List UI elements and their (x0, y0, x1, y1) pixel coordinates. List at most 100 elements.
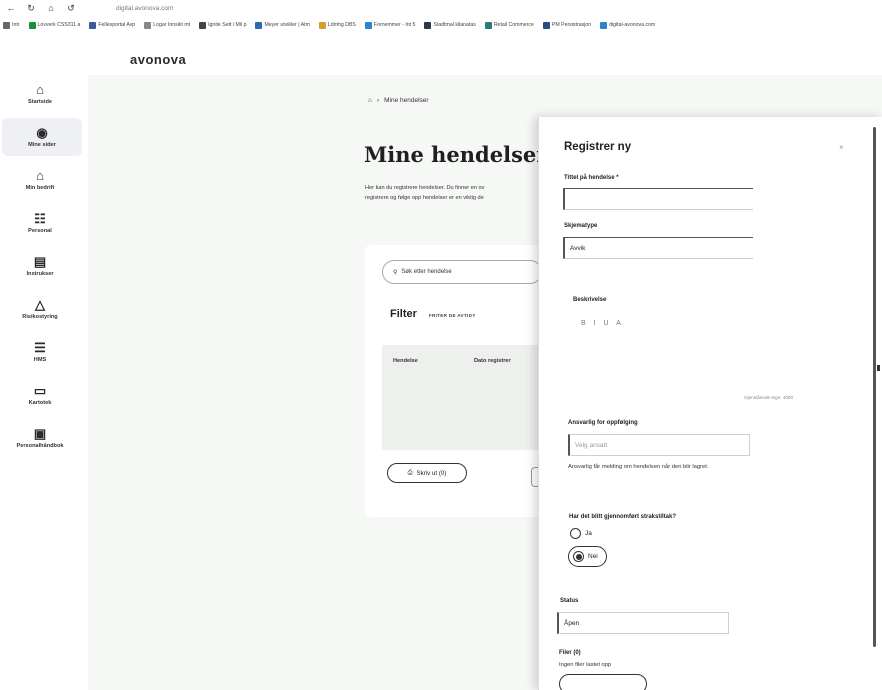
sidebar-item-hms[interactable]: ☰ HMS (0, 333, 80, 371)
status-label: Status (560, 598, 579, 604)
bookmark-icon (3, 21, 10, 29)
bookmark-label: Retail Commerce (493, 22, 534, 28)
question-label: Har det blitt gjennomført strakstiltak? (569, 514, 677, 520)
company-icon: ⌂ (36, 168, 44, 183)
breadcrumb-separator: › (376, 97, 380, 104)
page-intro: Her kan du registrere hendelser. Du finn… (365, 183, 550, 203)
breadcrumb-current: Mine hendelser (384, 97, 429, 104)
bookmark-item[interactable]: digital-avonova.com (600, 21, 656, 29)
refresh-icon[interactable]: ↺ (66, 3, 76, 14)
status-select[interactable]: Åpen (557, 612, 729, 634)
responsible-help: Ansvarlig får melding om hendelsen når d… (568, 464, 709, 470)
title-field-label: Tittel på hendelse * (564, 175, 619, 181)
sidebar-item-label: Kartotek (28, 400, 52, 406)
register-panel: Registrer ny × Tittel på hendelse * Skje… (538, 117, 882, 690)
bookmark-icon (89, 21, 97, 29)
print-label: Skriv ut (0) (416, 469, 447, 477)
print-button[interactable]: ⎙ Skriv ut (0) (387, 463, 467, 483)
close-icon[interactable]: × (839, 143, 844, 152)
column-header-event[interactable]: Hendelse (393, 358, 418, 364)
sidebar-item-label: Instrukser (26, 271, 54, 277)
user-icon: ◉ (36, 125, 48, 140)
sidebar-item-personalh-ndbok[interactable]: ▣ Personalhåndbok (0, 419, 80, 457)
page-title: Mine hendelser (364, 142, 548, 167)
reload-icon[interactable]: ↻ (26, 3, 36, 14)
bookmark-icon (28, 21, 36, 29)
sidebar-item-min-bedrift[interactable]: ⌂ Min bedrift (0, 161, 80, 199)
radio-yes-indicator (570, 528, 581, 539)
home-icon[interactable]: ⌂ (46, 3, 56, 13)
editor-toolbar[interactable]: B I U A (581, 320, 624, 327)
bookmark-label: Stadtmal kilanatas (433, 22, 476, 28)
sidebar-item-instrukser[interactable]: ▤ Instrukser (0, 247, 80, 285)
bookmark-label: Ignite Sett i Mil p (208, 22, 247, 28)
sidebar-item-startside[interactable]: ⌂ Startside (0, 75, 80, 113)
brand-logo[interactable]: avonova (130, 52, 186, 67)
search-icon: ⚲ (393, 269, 398, 276)
bookmark-item[interactable]: Fellesportal Avp (89, 21, 135, 29)
bookmark-label: Logar Innsikt mt (153, 22, 191, 28)
sidebar-item-label: Personalhåndbok (16, 443, 64, 449)
bookmark-item[interactable]: Meyer utvikler | Atm (255, 21, 310, 29)
back-icon[interactable]: ← (6, 3, 16, 13)
sidebar: ⌂ Startside ◉ Mine sider ⌂ Min bedrift ☷ Person… (0, 75, 88, 462)
bookmark-item[interactable]: Intr (3, 21, 20, 29)
filter-title: Filter (390, 308, 417, 320)
upload-button[interactable] (559, 674, 647, 690)
bookmark-icon (199, 21, 207, 29)
filter-row: Filter FRITER DE AVTIDY (390, 308, 476, 320)
sidebar-item-personal[interactable]: ☷ Personal (0, 204, 80, 242)
bookmark-label: digital-avonova.com (609, 22, 656, 28)
bookmark-item[interactable]: Lovverk CSS311 a (28, 21, 80, 29)
radio-no-indicator (573, 551, 584, 562)
bookmark-item[interactable]: Retail Commerce (484, 21, 534, 29)
sidebar-item-mine-sider[interactable]: ◉ Mine sider (2, 118, 82, 156)
bookmark-item[interactable]: Ignite Sett i Mil p (199, 21, 247, 29)
bookmark-label: Meyer utvikler | Atm (264, 22, 310, 28)
radio-no-label: Nei (588, 553, 598, 560)
browser-toolbar: ← ↻ ⌂ ↺ digital.avonova.com (0, 0, 882, 16)
printer-icon: ⎙ (407, 469, 413, 476)
bookmark-icon (144, 21, 152, 29)
address-bar[interactable]: digital.avonova.com (116, 5, 173, 12)
bookmark-item[interactable]: Stadtmal kilanatas (424, 21, 476, 29)
breadcrumb: ⌂ › Mine hendelser (368, 97, 429, 104)
bookmark-item[interactable]: Ldmhg DBS (318, 21, 356, 29)
schema-label: Skjematype (564, 223, 598, 229)
search-input[interactable]: ⚲ Søk etter hendelse (382, 260, 542, 284)
radio-no[interactable]: Nei (568, 546, 607, 567)
sidebar-item-risikostyring[interactable]: △ Risikostyring (0, 290, 80, 328)
title-field[interactable] (563, 188, 753, 210)
hms-icon: ☰ (34, 340, 46, 355)
bookmark-icon (542, 21, 550, 29)
bookmark-label: Fornemmer - Int 5 (373, 22, 416, 28)
sidebar-item-label: HMS (33, 357, 47, 363)
sidebar-item-label: Min bedrift (25, 185, 55, 191)
files-label: Filer (0) (559, 650, 581, 656)
radio-yes-label: Ja (585, 530, 592, 537)
bookmark-item[interactable]: PM Persistrasjon (542, 21, 592, 29)
schema-select[interactable]: Avvik (563, 237, 753, 259)
filter-reset-button[interactable]: FRITER DE AVTIDY (429, 313, 476, 318)
bookmark-item[interactable]: Fornemmer - Int 5 (364, 21, 416, 29)
column-header-date[interactable]: Dato registrer (474, 358, 511, 364)
bookmarks-bar: Intr Lovverk CSS311 a Fellesportal Avp Loga… (0, 18, 882, 32)
responsible-select[interactable]: Velg ansatt (568, 434, 750, 456)
handbook-icon: ▣ (33, 426, 47, 441)
people-icon: ☷ (34, 211, 46, 226)
sidebar-item-label: Personal (28, 228, 52, 234)
bookmark-icon (364, 21, 372, 29)
bookmark-icon (255, 21, 263, 29)
home-icon[interactable]: ⌂ (368, 97, 372, 104)
bookmark-label: PM Persistrasjon (551, 22, 592, 28)
files-help: Ingen filer lastet opp (559, 662, 612, 668)
page-scrollbar[interactable] (877, 365, 880, 371)
instructions-icon: ▤ (33, 254, 47, 269)
bookmark-label: Ldmhg DBS (327, 22, 356, 28)
radio-yes[interactable]: Ja (570, 528, 592, 539)
risk-icon: △ (35, 297, 45, 312)
bookmark-icon (424, 21, 432, 29)
panel-scrollbar[interactable] (873, 127, 876, 647)
bookmark-item[interactable]: Logar Innsikt mt (144, 21, 191, 29)
sidebar-item-kartotek[interactable]: ▭ Kartotek (0, 376, 80, 414)
